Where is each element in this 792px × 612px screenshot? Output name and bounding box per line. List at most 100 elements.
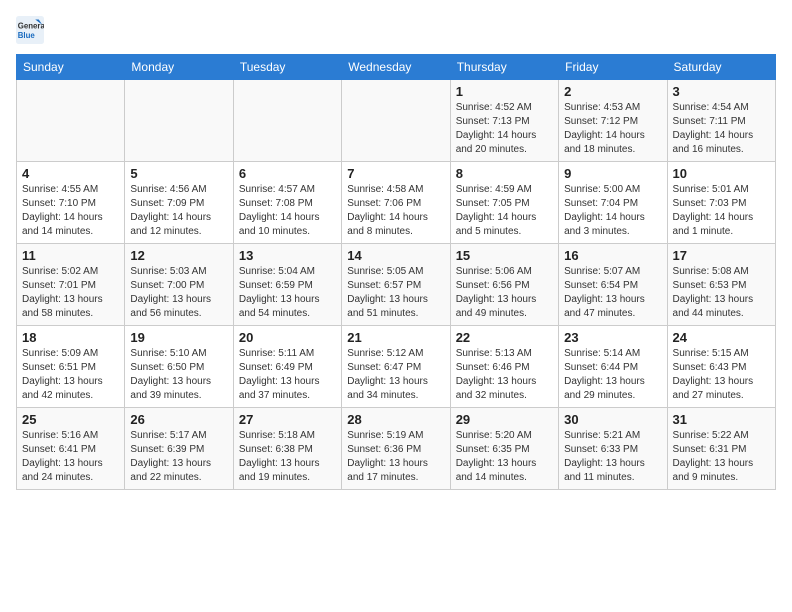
calendar-cell: 24 Sunrise: 5:15 AMSunset: 6:43 PMDayligh… bbox=[667, 326, 775, 408]
day-number: 13 bbox=[239, 248, 336, 263]
calendar-cell: 29Sunrise: 5:20 AMSunset: 6:35 PMDayligh… bbox=[450, 408, 558, 490]
weekday-header-thursday: Thursday bbox=[450, 55, 558, 80]
day-info: Sunrise: 5:17 AMSunset: 6:39 PMDaylight:… bbox=[130, 429, 227, 485]
logo: General Blue bbox=[16, 16, 48, 44]
calendar-cell bbox=[233, 80, 341, 162]
calendar-week-row: 18Sunrise: 5:09 AMSunset: 6:51 PMDayligh… bbox=[17, 326, 776, 408]
calendar-week-row: 4 Sunrise: 4:55 AMSunset: 7:10 PMDaylight… bbox=[17, 162, 776, 244]
day-info: Sunrise: 5:06 AMSunset: 6:56 PMDaylight:… bbox=[456, 265, 553, 321]
day-number: 27 bbox=[239, 412, 336, 427]
day-number: 6 bbox=[239, 166, 336, 181]
weekday-header-row: SundayMondayTuesdayWednesdayThursdayFrid… bbox=[17, 55, 776, 80]
calendar-cell: 11Sunrise: 5:02 AMSunset: 7:01 PMDayligh… bbox=[17, 244, 125, 326]
day-info: Sunrise: 5:19 AMSunset: 6:36 PMDaylight:… bbox=[347, 429, 444, 485]
calendar-cell: 8 Sunrise: 4:59 AMSunset: 7:05 PMDaylight… bbox=[450, 162, 558, 244]
day-info: Sunrise: 5:16 AMSunset: 6:41 PMDaylight:… bbox=[22, 429, 119, 485]
day-number: 23 bbox=[564, 330, 661, 345]
day-info: Sunrise: 5:10 AMSunset: 6:50 PMDaylight:… bbox=[130, 347, 227, 403]
calendar-cell: 3 Sunrise: 4:54 AMSunset: 7:11 PMDaylight… bbox=[667, 80, 775, 162]
day-number: 16 bbox=[564, 248, 661, 263]
calendar-cell: 17 Sunrise: 5:08 AMSunset: 6:53 PMDayligh… bbox=[667, 244, 775, 326]
day-number: 20 bbox=[239, 330, 336, 345]
calendar-cell: 9Sunrise: 5:00 AMSunset: 7:04 PMDaylight… bbox=[559, 162, 667, 244]
day-number: 19 bbox=[130, 330, 227, 345]
day-info: Sunrise: 4:59 AMSunset: 7:05 PMDaylight:… bbox=[456, 183, 553, 239]
calendar-cell: 31 Sunrise: 5:22 AMSunset: 6:31 PMDayligh… bbox=[667, 408, 775, 490]
svg-text:Blue: Blue bbox=[18, 31, 36, 40]
day-number: 18 bbox=[22, 330, 119, 345]
page-header: General Blue bbox=[16, 16, 776, 44]
calendar-cell bbox=[17, 80, 125, 162]
day-number: 8 bbox=[456, 166, 553, 181]
day-info: Sunrise: 5:05 AMSunset: 6:57 PMDaylight:… bbox=[347, 265, 444, 321]
weekday-header-monday: Monday bbox=[125, 55, 233, 80]
calendar-table: SundayMondayTuesdayWednesdayThursdayFrid… bbox=[16, 54, 776, 490]
day-number: 9 bbox=[564, 166, 661, 181]
weekday-header-tuesday: Tuesday bbox=[233, 55, 341, 80]
weekday-header-sunday: Sunday bbox=[17, 55, 125, 80]
day-number: 17 bbox=[673, 248, 770, 263]
calendar-cell: 1 Sunrise: 4:52 AMSunset: 7:13 PMDaylight… bbox=[450, 80, 558, 162]
calendar-week-row: 1 Sunrise: 4:52 AMSunset: 7:13 PMDaylight… bbox=[17, 80, 776, 162]
calendar-cell: 22 Sunrise: 5:13 AMSunset: 6:46 PMDayligh… bbox=[450, 326, 558, 408]
day-info: Sunrise: 5:18 AMSunset: 6:38 PMDaylight:… bbox=[239, 429, 336, 485]
calendar-cell: 18Sunrise: 5:09 AMSunset: 6:51 PMDayligh… bbox=[17, 326, 125, 408]
day-info: Sunrise: 5:07 AMSunset: 6:54 PMDaylight:… bbox=[564, 265, 661, 321]
day-number: 10 bbox=[673, 166, 770, 181]
weekday-header-friday: Friday bbox=[559, 55, 667, 80]
weekday-header-wednesday: Wednesday bbox=[342, 55, 450, 80]
day-number: 22 bbox=[456, 330, 553, 345]
day-info: Sunrise: 5:02 AMSunset: 7:01 PMDaylight:… bbox=[22, 265, 119, 321]
day-number: 25 bbox=[22, 412, 119, 427]
day-info: Sunrise: 5:20 AMSunset: 6:35 PMDaylight:… bbox=[456, 429, 553, 485]
calendar-week-row: 25 Sunrise: 5:16 AMSunset: 6:41 PMDayligh… bbox=[17, 408, 776, 490]
calendar-cell: 25 Sunrise: 5:16 AMSunset: 6:41 PMDayligh… bbox=[17, 408, 125, 490]
day-number: 2 bbox=[564, 84, 661, 99]
day-info: Sunrise: 4:55 AMSunset: 7:10 PMDaylight:… bbox=[22, 183, 119, 239]
day-number: 1 bbox=[456, 84, 553, 99]
day-number: 21 bbox=[347, 330, 444, 345]
day-info: Sunrise: 5:08 AMSunset: 6:53 PMDaylight:… bbox=[673, 265, 770, 321]
calendar-cell: 15 Sunrise: 5:06 AMSunset: 6:56 PMDayligh… bbox=[450, 244, 558, 326]
day-info: Sunrise: 4:53 AMSunset: 7:12 PMDaylight:… bbox=[564, 101, 661, 157]
day-info: Sunrise: 5:22 AMSunset: 6:31 PMDaylight:… bbox=[673, 429, 770, 485]
day-info: Sunrise: 4:58 AMSunset: 7:06 PMDaylight:… bbox=[347, 183, 444, 239]
day-info: Sunrise: 4:52 AMSunset: 7:13 PMDaylight:… bbox=[456, 101, 553, 157]
calendar-cell: 10 Sunrise: 5:01 AMSunset: 7:03 PMDayligh… bbox=[667, 162, 775, 244]
day-number: 26 bbox=[130, 412, 227, 427]
day-number: 24 bbox=[673, 330, 770, 345]
day-number: 4 bbox=[22, 166, 119, 181]
calendar-cell: 4 Sunrise: 4:55 AMSunset: 7:10 PMDaylight… bbox=[17, 162, 125, 244]
logo-icon: General Blue bbox=[16, 16, 44, 44]
day-info: Sunrise: 5:11 AMSunset: 6:49 PMDaylight:… bbox=[239, 347, 336, 403]
day-info: Sunrise: 5:21 AMSunset: 6:33 PMDaylight:… bbox=[564, 429, 661, 485]
day-number: 30 bbox=[564, 412, 661, 427]
day-info: Sunrise: 5:13 AMSunset: 6:46 PMDaylight:… bbox=[456, 347, 553, 403]
day-info: Sunrise: 4:54 AMSunset: 7:11 PMDaylight:… bbox=[673, 101, 770, 157]
day-number: 15 bbox=[456, 248, 553, 263]
calendar-cell: 28 Sunrise: 5:19 AMSunset: 6:36 PMDayligh… bbox=[342, 408, 450, 490]
calendar-cell: 19 Sunrise: 5:10 AMSunset: 6:50 PMDayligh… bbox=[125, 326, 233, 408]
calendar-cell bbox=[125, 80, 233, 162]
weekday-header-saturday: Saturday bbox=[667, 55, 775, 80]
day-info: Sunrise: 4:56 AMSunset: 7:09 PMDaylight:… bbox=[130, 183, 227, 239]
day-info: Sunrise: 4:57 AMSunset: 7:08 PMDaylight:… bbox=[239, 183, 336, 239]
day-number: 3 bbox=[673, 84, 770, 99]
calendar-cell: 30 Sunrise: 5:21 AMSunset: 6:33 PMDayligh… bbox=[559, 408, 667, 490]
calendar-cell: 5Sunrise: 4:56 AMSunset: 7:09 PMDaylight… bbox=[125, 162, 233, 244]
calendar-cell: 7Sunrise: 4:58 AMSunset: 7:06 PMDaylight… bbox=[342, 162, 450, 244]
day-info: Sunrise: 5:04 AMSunset: 6:59 PMDaylight:… bbox=[239, 265, 336, 321]
day-number: 28 bbox=[347, 412, 444, 427]
day-info: Sunrise: 5:14 AMSunset: 6:44 PMDaylight:… bbox=[564, 347, 661, 403]
calendar-cell: 14 Sunrise: 5:05 AMSunset: 6:57 PMDayligh… bbox=[342, 244, 450, 326]
calendar-cell: 27 Sunrise: 5:18 AMSunset: 6:38 PMDayligh… bbox=[233, 408, 341, 490]
day-info: Sunrise: 5:15 AMSunset: 6:43 PMDaylight:… bbox=[673, 347, 770, 403]
calendar-cell: 26 Sunrise: 5:17 AMSunset: 6:39 PMDayligh… bbox=[125, 408, 233, 490]
day-number: 14 bbox=[347, 248, 444, 263]
calendar-cell: 2 Sunrise: 4:53 AMSunset: 7:12 PMDaylight… bbox=[559, 80, 667, 162]
day-info: Sunrise: 5:01 AMSunset: 7:03 PMDaylight:… bbox=[673, 183, 770, 239]
calendar-cell: 23 Sunrise: 5:14 AMSunset: 6:44 PMDayligh… bbox=[559, 326, 667, 408]
calendar-cell: 12Sunrise: 5:03 AMSunset: 7:00 PMDayligh… bbox=[125, 244, 233, 326]
calendar-cell: 6 Sunrise: 4:57 AMSunset: 7:08 PMDaylight… bbox=[233, 162, 341, 244]
day-number: 31 bbox=[673, 412, 770, 427]
